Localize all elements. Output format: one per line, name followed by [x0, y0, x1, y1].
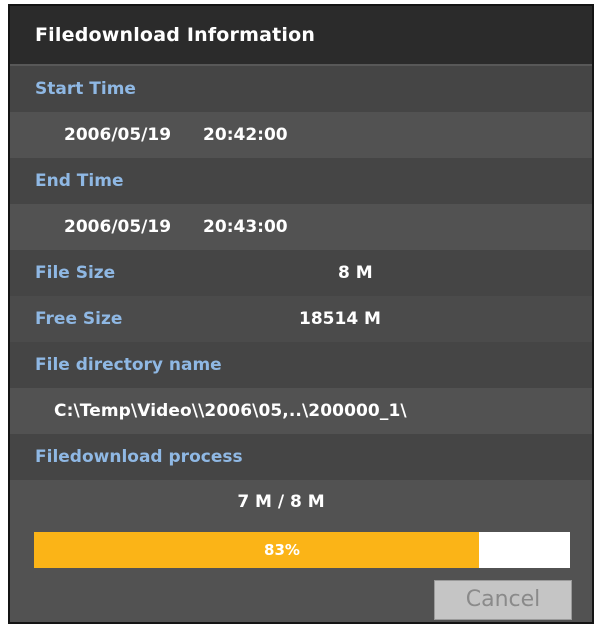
- end-time-value: 2006/05/19 20:43:00: [10, 204, 592, 250]
- end-time-date: 2006/05/19: [64, 217, 172, 237]
- filedownload-dialog: Filedownload Information Start Time 2006…: [8, 4, 594, 624]
- start-time-clock: 20:42:00: [203, 125, 288, 145]
- file-size-row: File Size 8 M: [10, 250, 592, 296]
- download-progress-bar: 83%: [34, 532, 570, 568]
- dialog-title: Filedownload Information: [10, 6, 592, 66]
- cancel-button[interactable]: Cancel: [434, 580, 572, 620]
- start-time-label: Start Time: [10, 66, 592, 112]
- file-size-label: File Size: [35, 263, 116, 283]
- progress-percent-label: 83%: [264, 541, 300, 559]
- start-time-value: 2006/05/19 20:42:00: [10, 112, 592, 158]
- free-size-value: 18514 M: [299, 309, 381, 329]
- free-size-row: Free Size 18514 M: [10, 296, 592, 342]
- file-size-value: 8 M: [338, 263, 373, 283]
- end-time-clock: 20:43:00: [203, 217, 288, 237]
- free-size-label: Free Size: [35, 309, 123, 329]
- download-progress-area: 7 M / 8 M 83% Cancel: [10, 480, 592, 622]
- end-time-label: End Time: [10, 158, 592, 204]
- file-directory-label: File directory name: [10, 342, 592, 388]
- start-time-date: 2006/05/19: [64, 125, 172, 145]
- file-directory-value: C:\Temp\Video\\2006\05,..\200000_1\: [10, 388, 592, 434]
- progress-status-text: 7 M / 8 M: [237, 492, 325, 512]
- download-process-label: Filedownload process: [10, 434, 592, 480]
